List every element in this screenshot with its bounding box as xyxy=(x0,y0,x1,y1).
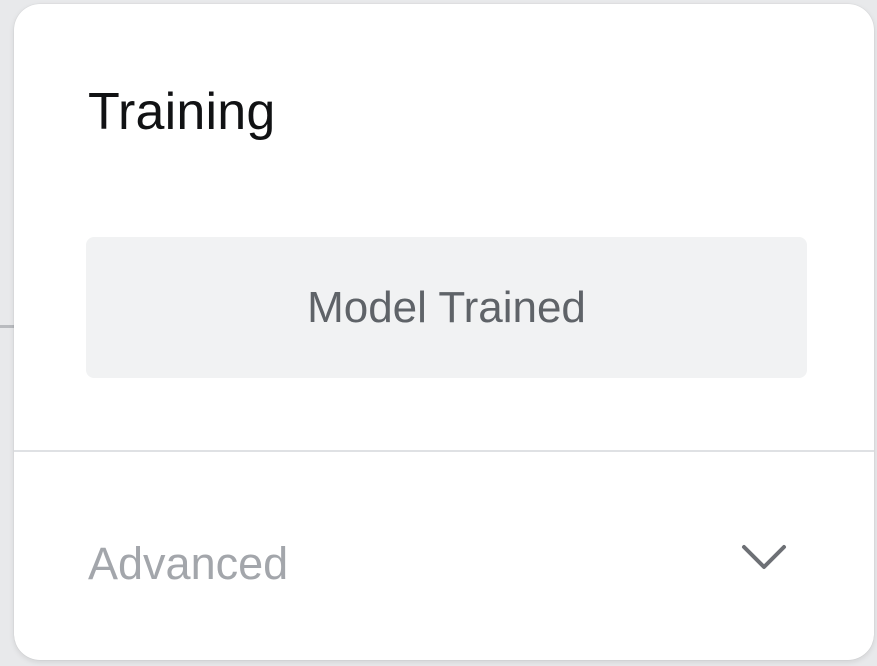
advanced-label: Advanced xyxy=(88,538,289,589)
model-trained-button[interactable]: Model Trained xyxy=(86,237,807,378)
canvas-background: Training Model Trained Advanced xyxy=(0,0,877,666)
card-title: Training xyxy=(88,83,276,141)
advanced-toggle[interactable]: Advanced xyxy=(14,452,874,660)
chevron-down-icon[interactable] xyxy=(741,544,787,570)
training-card: Training Model Trained Advanced xyxy=(14,4,874,660)
